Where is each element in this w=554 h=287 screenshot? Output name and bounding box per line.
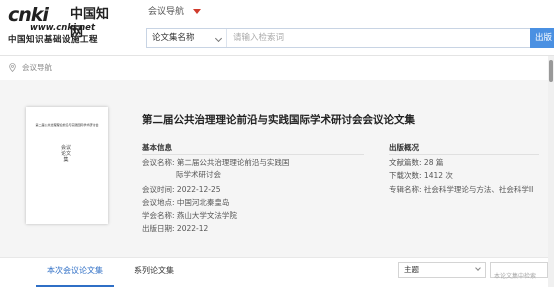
info-value: 社会科学理论与方法、社会科学II bbox=[423, 185, 534, 194]
info-label: 会议名称: bbox=[142, 158, 175, 167]
info-row-publish-date: 出版日期: 2022-12 bbox=[142, 223, 208, 234]
basic-info-heading: 基本信息 bbox=[142, 143, 172, 152]
info-value: 第二届公共治理理论前沿与实践国 bbox=[176, 158, 290, 167]
sort-select-value: 主题 bbox=[404, 265, 419, 274]
cover-title: 第二届公共治理理论前沿与实践国际学术研讨会 bbox=[35, 123, 99, 127]
nav-dropdown-label[interactable]: 会议导航 bbox=[148, 6, 184, 18]
publish-info-divider bbox=[389, 154, 539, 155]
sort-select[interactable]: 主题 bbox=[398, 262, 486, 278]
info-row-doc-count: 文献篇数: 28 篇 bbox=[389, 157, 443, 168]
info-row-album: 专辑名称: 社会科学理论与方法、社会科学II bbox=[389, 184, 533, 195]
tabs-top-border bbox=[0, 257, 548, 258]
search-input[interactable] bbox=[233, 29, 523, 47]
info-label: 学会名称: bbox=[142, 211, 175, 220]
logo-subtitle: 中国知识基础设施工程 bbox=[8, 35, 99, 45]
info-value: 际学术研讨会 bbox=[176, 170, 221, 179]
search-field-label: 论文集名称 bbox=[152, 33, 195, 43]
tab-series-proceedings[interactable]: 系列论文集 bbox=[134, 265, 174, 276]
info-label: 下载次数: bbox=[389, 171, 422, 180]
page-title: 第二届公共治理理论前沿与实践国际学术研讨会会议论文集 bbox=[142, 114, 415, 126]
info-value: 燕山大学文法学院 bbox=[176, 211, 237, 220]
cnki-logo[interactable]: cnki 中国知网 www.cnki.net 中国知识基础设施工程 bbox=[8, 4, 118, 45]
book-cover: 第二届公共治理理论前沿与实践国际学术研讨会 会议论文集 bbox=[26, 107, 108, 224]
header: cnki 中国知网 www.cnki.net 中国知识基础设施工程 会议导航 论… bbox=[0, 0, 554, 55]
info-label: 会议时间: bbox=[142, 185, 175, 194]
search-button-label: 出版 bbox=[535, 33, 553, 43]
info-label: 专辑名称: bbox=[389, 185, 422, 194]
info-value: 2022-12 bbox=[176, 224, 209, 233]
breadcrumb: 会议导航 bbox=[0, 56, 554, 80]
inner-search-input[interactable] bbox=[491, 269, 547, 284]
info-row-conference-name-cont: 际学术研讨会 bbox=[176, 169, 221, 180]
info-value: 中国河北秦皇岛 bbox=[176, 198, 230, 207]
scrollbar[interactable] bbox=[548, 56, 554, 287]
tab-current-proceedings[interactable]: 本次会议论文集 bbox=[47, 265, 103, 276]
basic-info-divider bbox=[142, 154, 364, 155]
scrollbar-thumb[interactable] bbox=[549, 60, 553, 82]
inner-search-box bbox=[490, 262, 548, 284]
info-row-downloads: 下载次数: 1412 次 bbox=[389, 170, 453, 181]
info-value: 28 篇 bbox=[423, 158, 444, 167]
info-row-conference-time: 会议时间: 2022-12-25 bbox=[142, 184, 221, 195]
search-button[interactable]: 出版 bbox=[530, 28, 554, 48]
info-row-society-name: 学会名称: 燕山大学文法学院 bbox=[142, 210, 237, 221]
info-label: 文献篇数: bbox=[389, 158, 422, 167]
info-label: 出版日期: bbox=[142, 224, 175, 233]
location-pin-icon bbox=[9, 63, 16, 72]
info-label: 会议地点: bbox=[142, 198, 175, 207]
caret-down-icon[interactable] bbox=[193, 9, 201, 14]
search-bar: 论文集名称 出版 bbox=[146, 28, 554, 48]
breadcrumb-item-conference-nav[interactable]: 会议导航 bbox=[22, 62, 52, 73]
cover-subtitle: 会议论文集 bbox=[60, 145, 71, 163]
info-value: 2022-12-25 bbox=[176, 185, 221, 194]
info-row-conference-location: 会议地点: 中国河北秦皇岛 bbox=[142, 197, 229, 208]
info-value: 1412 次 bbox=[423, 171, 453, 180]
info-row-conference-name: 会议名称: 第二届公共治理理论前沿与实践国 bbox=[142, 157, 289, 168]
logo-url: www.cnki.net bbox=[30, 23, 96, 33]
publish-info-heading: 出版概况 bbox=[389, 143, 419, 152]
